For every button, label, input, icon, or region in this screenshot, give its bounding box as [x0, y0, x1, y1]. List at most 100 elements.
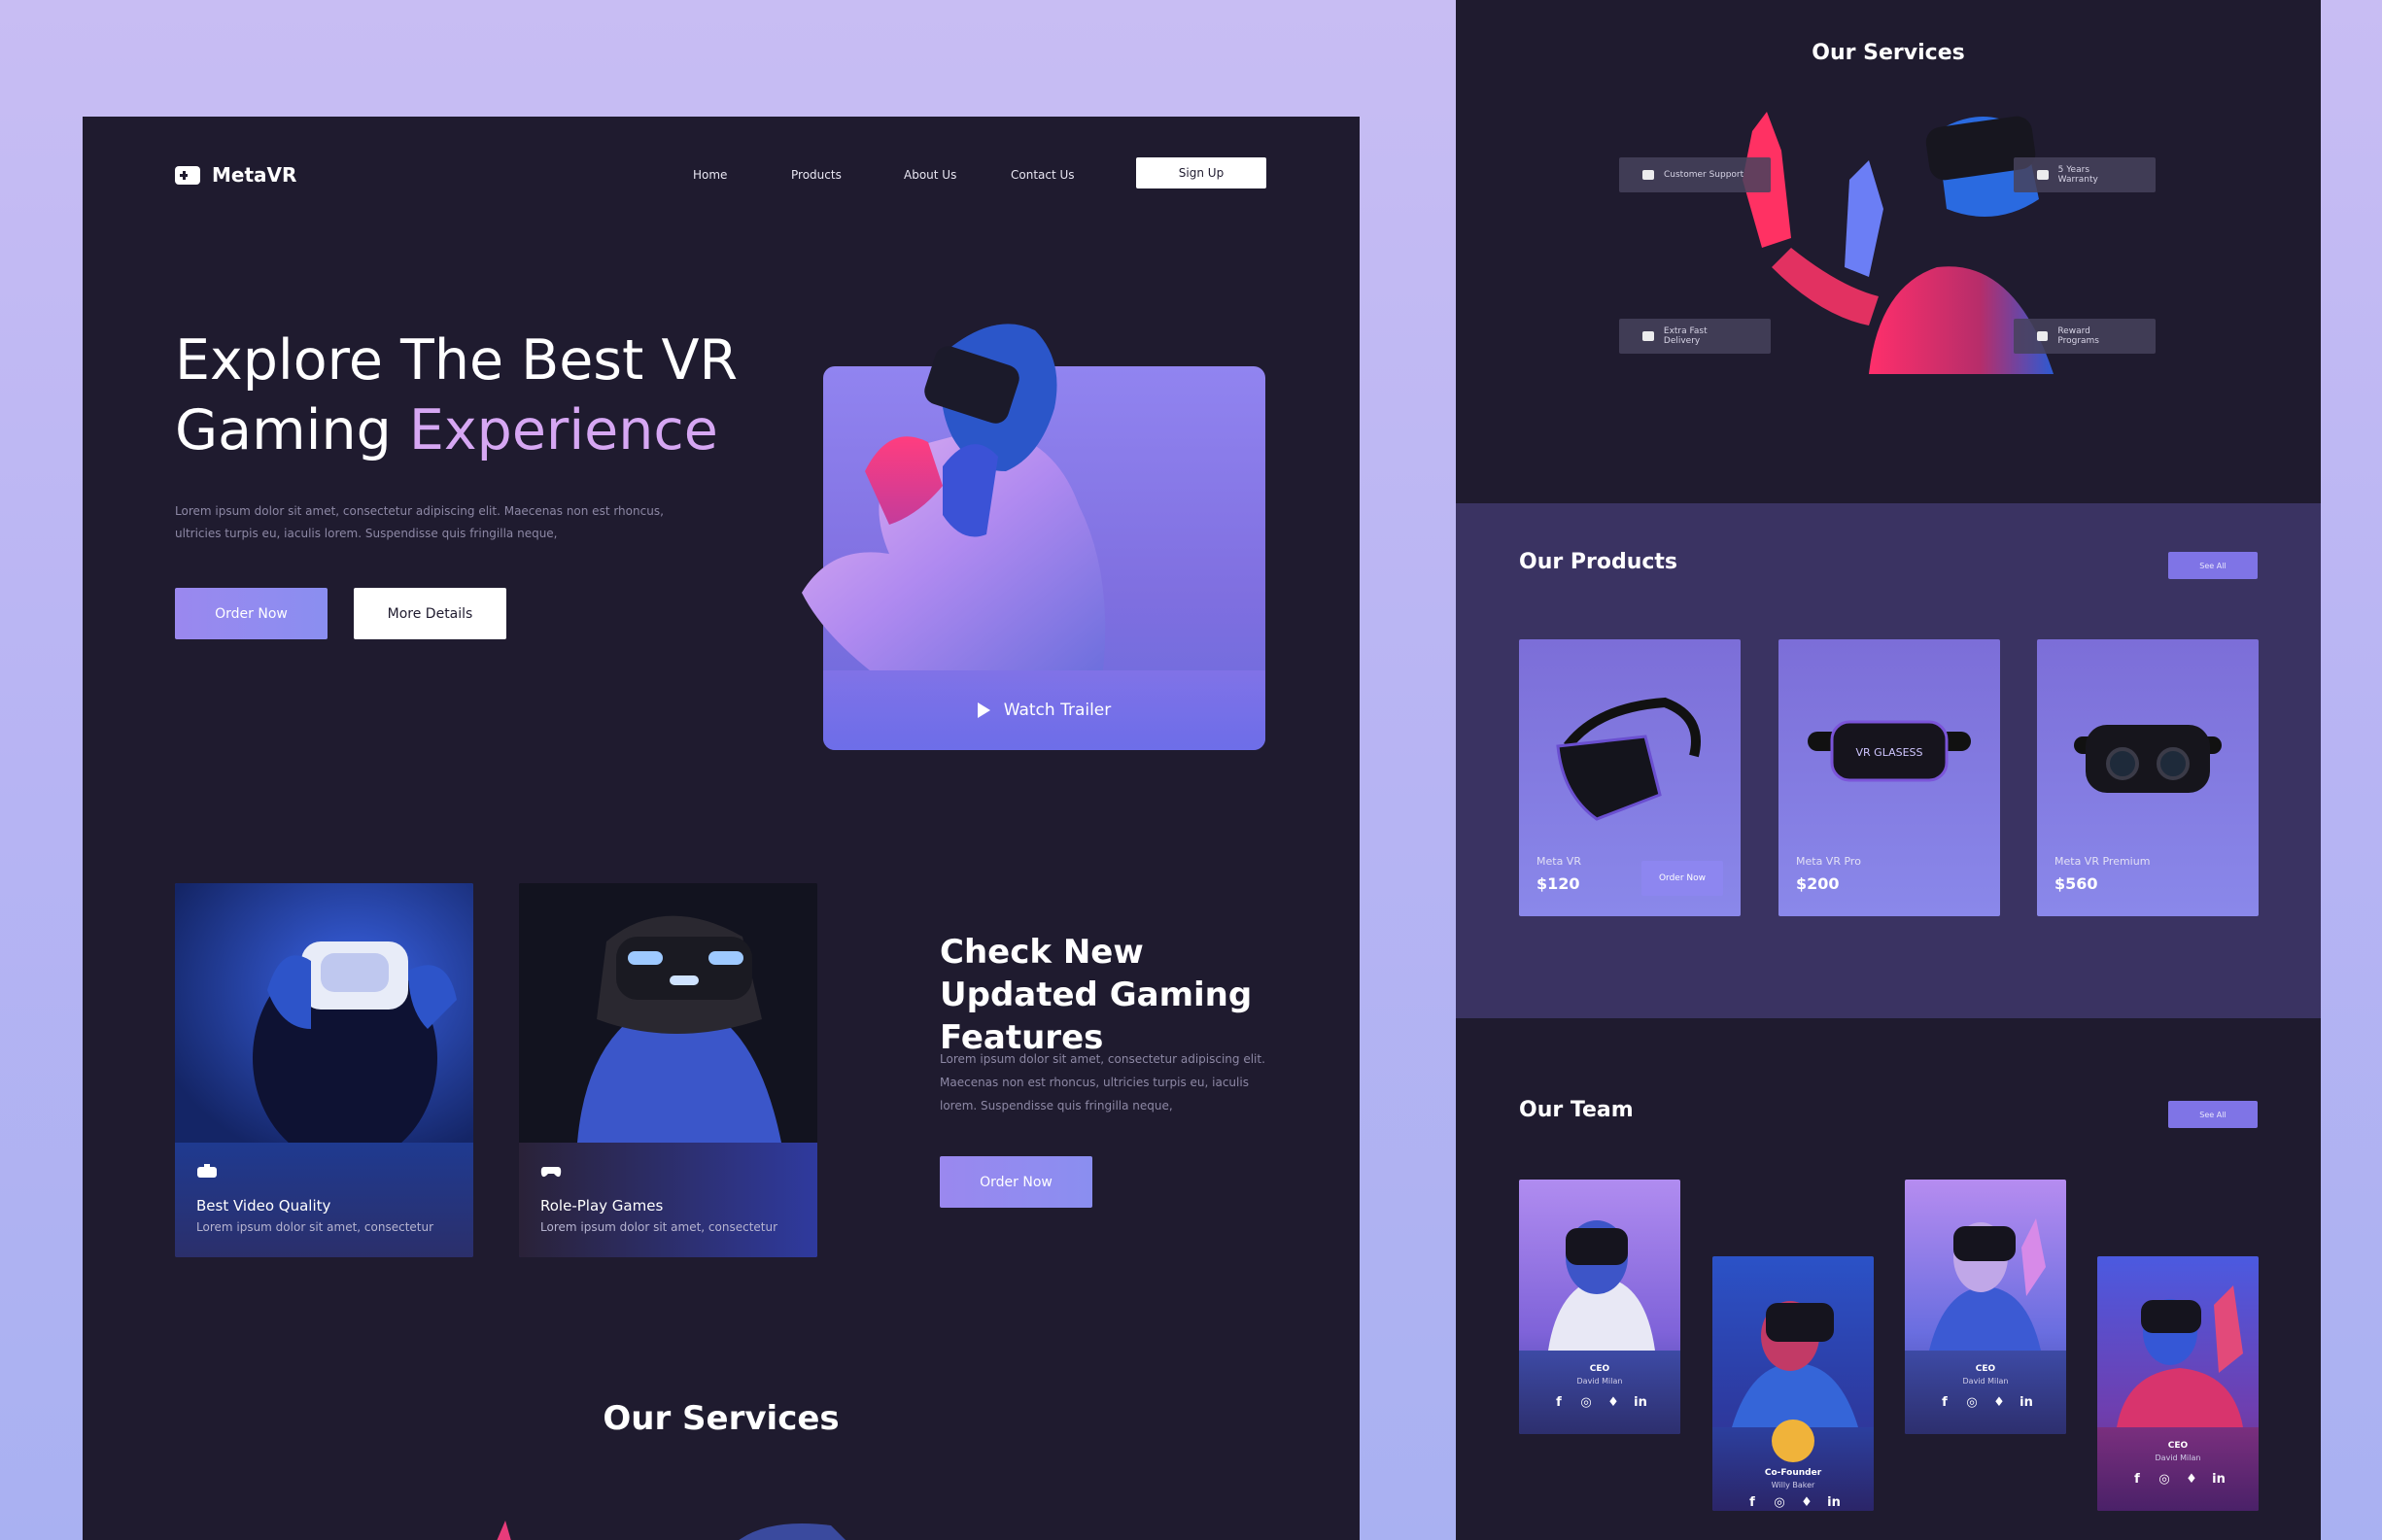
feature-card-video-quality[interactable]: Best Video Quality Lorem ipsum dolor sit…	[175, 883, 473, 1257]
vr-headset-image: VR GLASESS	[1808, 720, 1971, 782]
service-tag-delivery: Extra Fast Delivery	[1619, 319, 1771, 354]
product-name: Meta VR	[1536, 855, 1581, 868]
updates-description: Lorem ipsum dolor sit amet, consectetur …	[940, 1052, 1265, 1112]
vr-headset-image	[2074, 725, 2222, 793]
updates-title: Check New Updated Gaming Features	[940, 933, 1253, 1057]
instagram-icon[interactable]: ◎	[1773, 1495, 1786, 1510]
team-member-info: Co-Founder Willy Baker f ◎ ♦ in	[1712, 1420, 1874, 1511]
team-member-photo	[1548, 1220, 1655, 1351]
headphones-icon	[1642, 170, 1654, 180]
social-links: f ◎ ♦ in	[1519, 1395, 1680, 1410]
twitter-icon[interactable]: ♦	[1606, 1395, 1620, 1410]
vr-user-image	[519, 883, 817, 1143]
team-member-role: Co-Founder	[1764, 1468, 1822, 1478]
order-now-button-secondary[interactable]: Order Now	[940, 1156, 1092, 1208]
landing-page-left: MetaVR Home Products About Us Contact Us…	[83, 117, 1360, 1540]
service-tag-warranty: 5 Years Warranty	[2014, 157, 2156, 192]
product-card[interactable]: Meta VR $120 Order Now	[1519, 639, 1741, 916]
product-price: $120	[1536, 874, 1580, 893]
nav-home[interactable]: Home	[693, 168, 727, 182]
facebook-icon[interactable]: f	[1745, 1495, 1759, 1510]
truck-icon	[1642, 331, 1654, 341]
feature-title: Best Video Quality	[196, 1197, 331, 1215]
play-icon	[977, 702, 990, 718]
product-name: Meta VR Premium	[2054, 855, 2151, 868]
feature-title: Role-Play Games	[540, 1197, 664, 1215]
more-details-button[interactable]: More Details	[354, 588, 506, 639]
team-member-photo	[1929, 1218, 2046, 1351]
facebook-icon[interactable]: f	[2130, 1472, 2144, 1487]
team-member-name: Willy Baker	[1771, 1481, 1815, 1489]
vr-user-image	[175, 883, 473, 1165]
feature-card-footer: Role-Play Games Lorem ipsum dolor sit am…	[519, 1143, 817, 1257]
vr-headset-image	[1556, 697, 1701, 821]
twitter-icon[interactable]: ♦	[1800, 1495, 1813, 1510]
brand-logo[interactable]: MetaVR	[175, 163, 296, 187]
products-section: Our Products See All Meta VR $120 Order …	[1456, 503, 2321, 1018]
team-see-all-button[interactable]: See All	[2168, 1101, 2258, 1128]
product-order-button[interactable]: Order Now	[1641, 861, 1723, 896]
team-member-name: David Milan	[2155, 1454, 2201, 1462]
nav-products[interactable]: Products	[791, 168, 842, 182]
team-member-name: David Milan	[1576, 1377, 1623, 1386]
hero-title-accent: Experience	[408, 398, 718, 462]
services-title: Our Services	[1812, 41, 1965, 65]
nav-about[interactable]: About Us	[904, 168, 956, 182]
hero-title-line1: Explore The Best VR	[175, 328, 739, 393]
linkedin-icon[interactable]: in	[2212, 1472, 2226, 1487]
watch-trailer-button[interactable]: Watch Trailer	[823, 670, 1265, 750]
product-price: $560	[2054, 874, 2098, 893]
services-title: Our Services	[603, 1399, 840, 1438]
feature-card-footer: Best Video Quality Lorem ipsum dolor sit…	[175, 1143, 473, 1257]
feature-subtitle: Lorem ipsum dolor sit amet, consectetur	[540, 1220, 778, 1234]
team-member-info: CEO David Milan f ◎ ♦ in	[2097, 1427, 2259, 1511]
linkedin-icon[interactable]: in	[1634, 1395, 1647, 1410]
team-member-card[interactable]: Co-Founder Willy Baker f ◎ ♦ in	[1712, 1256, 1874, 1511]
product-price: $200	[1796, 874, 1840, 893]
gamepad-icon	[175, 165, 200, 185]
nav-contact[interactable]: Contact Us	[1011, 168, 1075, 182]
brand-name: MetaVR	[212, 163, 297, 187]
team-member-card[interactable]: CEO David Milan f ◎ ♦ in	[1905, 1180, 2066, 1434]
landing-page-right: Our Services Customer Support 5 Years Wa…	[1456, 0, 2321, 1540]
instagram-icon[interactable]: ◎	[2158, 1472, 2171, 1487]
feature-card-role-play[interactable]: Role-Play Games Lorem ipsum dolor sit am…	[519, 883, 817, 1257]
car-icon	[2037, 170, 2049, 180]
product-card[interactable]: VR GLASESS Meta VR Pro $200	[1778, 639, 2000, 916]
twitter-icon[interactable]: ♦	[2185, 1472, 2198, 1487]
team-member-role: CEO	[2167, 1441, 2189, 1451]
service-tag-label: 5 Years Warranty	[2057, 165, 2098, 185]
product-device-label: VR GLASESS	[1856, 746, 1923, 759]
instagram-icon[interactable]: ◎	[1579, 1395, 1593, 1410]
facebook-icon[interactable]: f	[1938, 1395, 1951, 1410]
watch-trailer-label: Watch Trailer	[1003, 701, 1112, 720]
trophy-icon	[2037, 331, 2049, 341]
hero-description: Lorem ipsum dolor sit amet, consectetur …	[175, 504, 664, 540]
service-tag-support: Customer Support	[1619, 157, 1771, 192]
signup-button[interactable]: Sign Up	[1136, 157, 1266, 188]
team-member-info: CEO David Milan f ◎ ♦ in	[1519, 1351, 1680, 1434]
linkedin-icon[interactable]: in	[2020, 1395, 2033, 1410]
team-member-role: CEO	[1975, 1364, 1996, 1374]
twitter-icon[interactable]: ♦	[1992, 1395, 2006, 1410]
product-card[interactable]: Meta VR Premium $560	[2037, 639, 2259, 916]
team-member-card[interactable]: CEO David Milan f ◎ ♦ in	[1519, 1180, 1680, 1434]
service-tag-label: Customer Support	[1664, 170, 1744, 180]
products-title: Our Products	[1519, 550, 1678, 574]
team-member-name: David Milan	[1962, 1377, 2009, 1386]
team-member-photo	[2117, 1285, 2243, 1427]
avatar	[1772, 1420, 1814, 1462]
linkedin-icon[interactable]: in	[1827, 1495, 1841, 1510]
social-links: f ◎ ♦ in	[1905, 1395, 2066, 1410]
team-member-info: CEO David Milan f ◎ ♦ in	[1905, 1351, 2066, 1434]
team-member-photo	[1732, 1301, 1858, 1427]
instagram-icon[interactable]: ◎	[1965, 1395, 1979, 1410]
gamepad-icon	[540, 1167, 562, 1178]
facebook-icon[interactable]: f	[1552, 1395, 1566, 1410]
feature-subtitle: Lorem ipsum dolor sit amet, consectetur	[196, 1220, 434, 1234]
vr-headset-icon	[197, 1164, 217, 1178]
team-member-card[interactable]: CEO David Milan f ◎ ♦ in	[2097, 1256, 2259, 1511]
order-now-button[interactable]: Order Now	[175, 588, 328, 639]
top-nav: MetaVR Home Products About Us Contact Us…	[175, 157, 1266, 192]
products-see-all-button[interactable]: See All	[2168, 552, 2258, 579]
